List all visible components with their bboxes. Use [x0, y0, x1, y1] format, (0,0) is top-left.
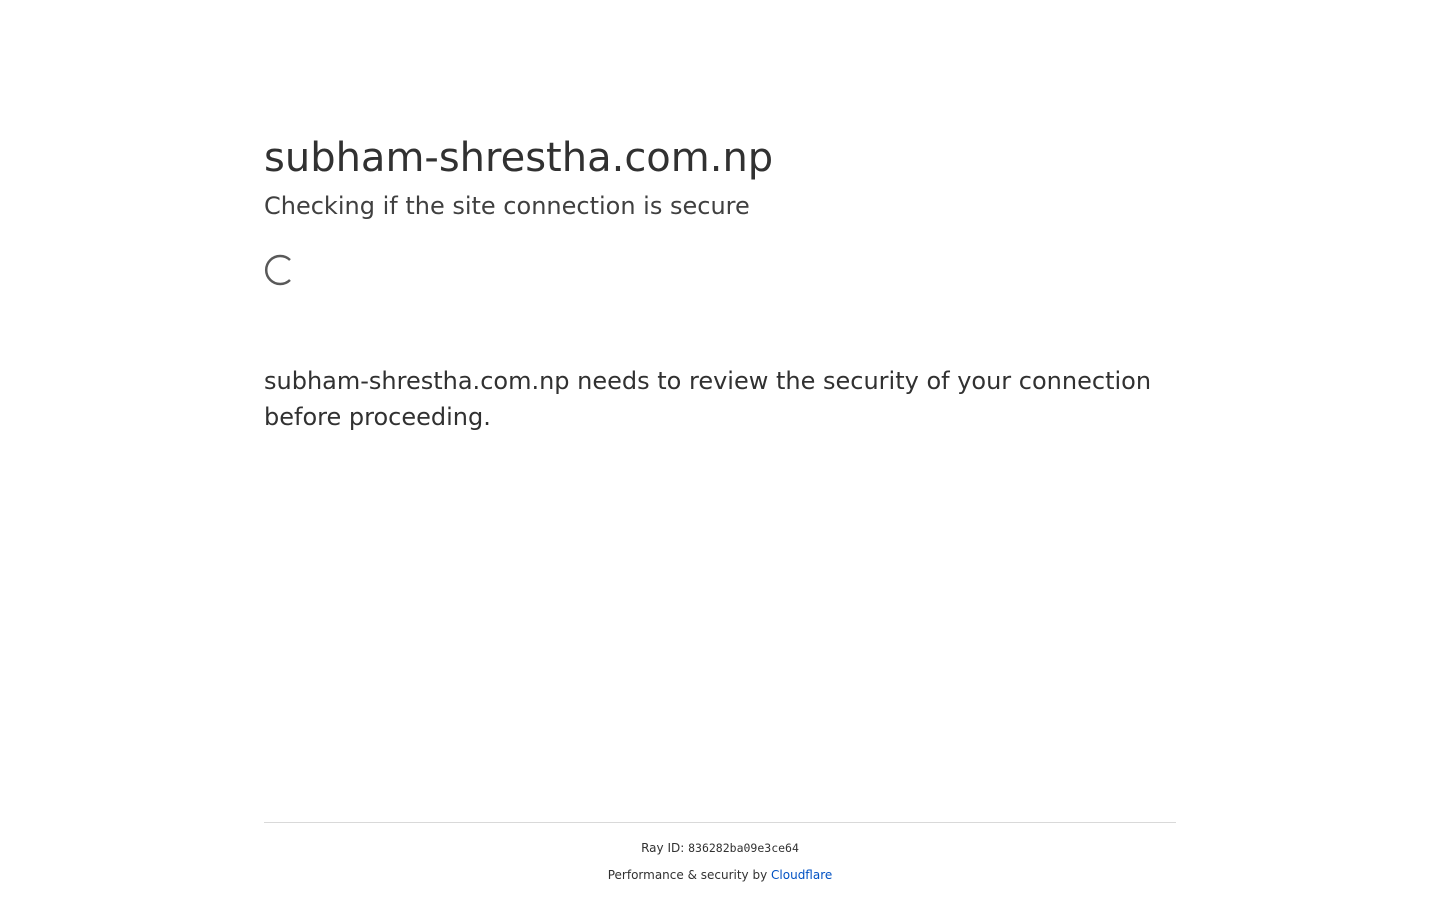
performance-label: Performance & security by — [607, 868, 768, 882]
security-review-message: subham-shrestha.com.np needs to review t… — [264, 367, 1152, 431]
footer: Ray ID: 836282ba09e3ce64 Performance & s… — [264, 822, 1176, 882]
page-subtitle: Checking if the site connection is secur… — [264, 192, 750, 220]
ray-id-line: Ray ID: 836282ba09e3ce64 — [264, 840, 1176, 856]
loading-spinner-icon — [264, 254, 296, 286]
page-title: subham-shrestha.com.np — [264, 135, 774, 181]
ray-id-value: 836282ba09e3ce64 — [688, 841, 799, 855]
ray-id-label: Ray ID: — [641, 841, 685, 855]
performance-line: Performance & security by Cloudflare — [264, 867, 1176, 883]
cloudflare-link[interactable]: Cloudflare — [771, 868, 832, 882]
